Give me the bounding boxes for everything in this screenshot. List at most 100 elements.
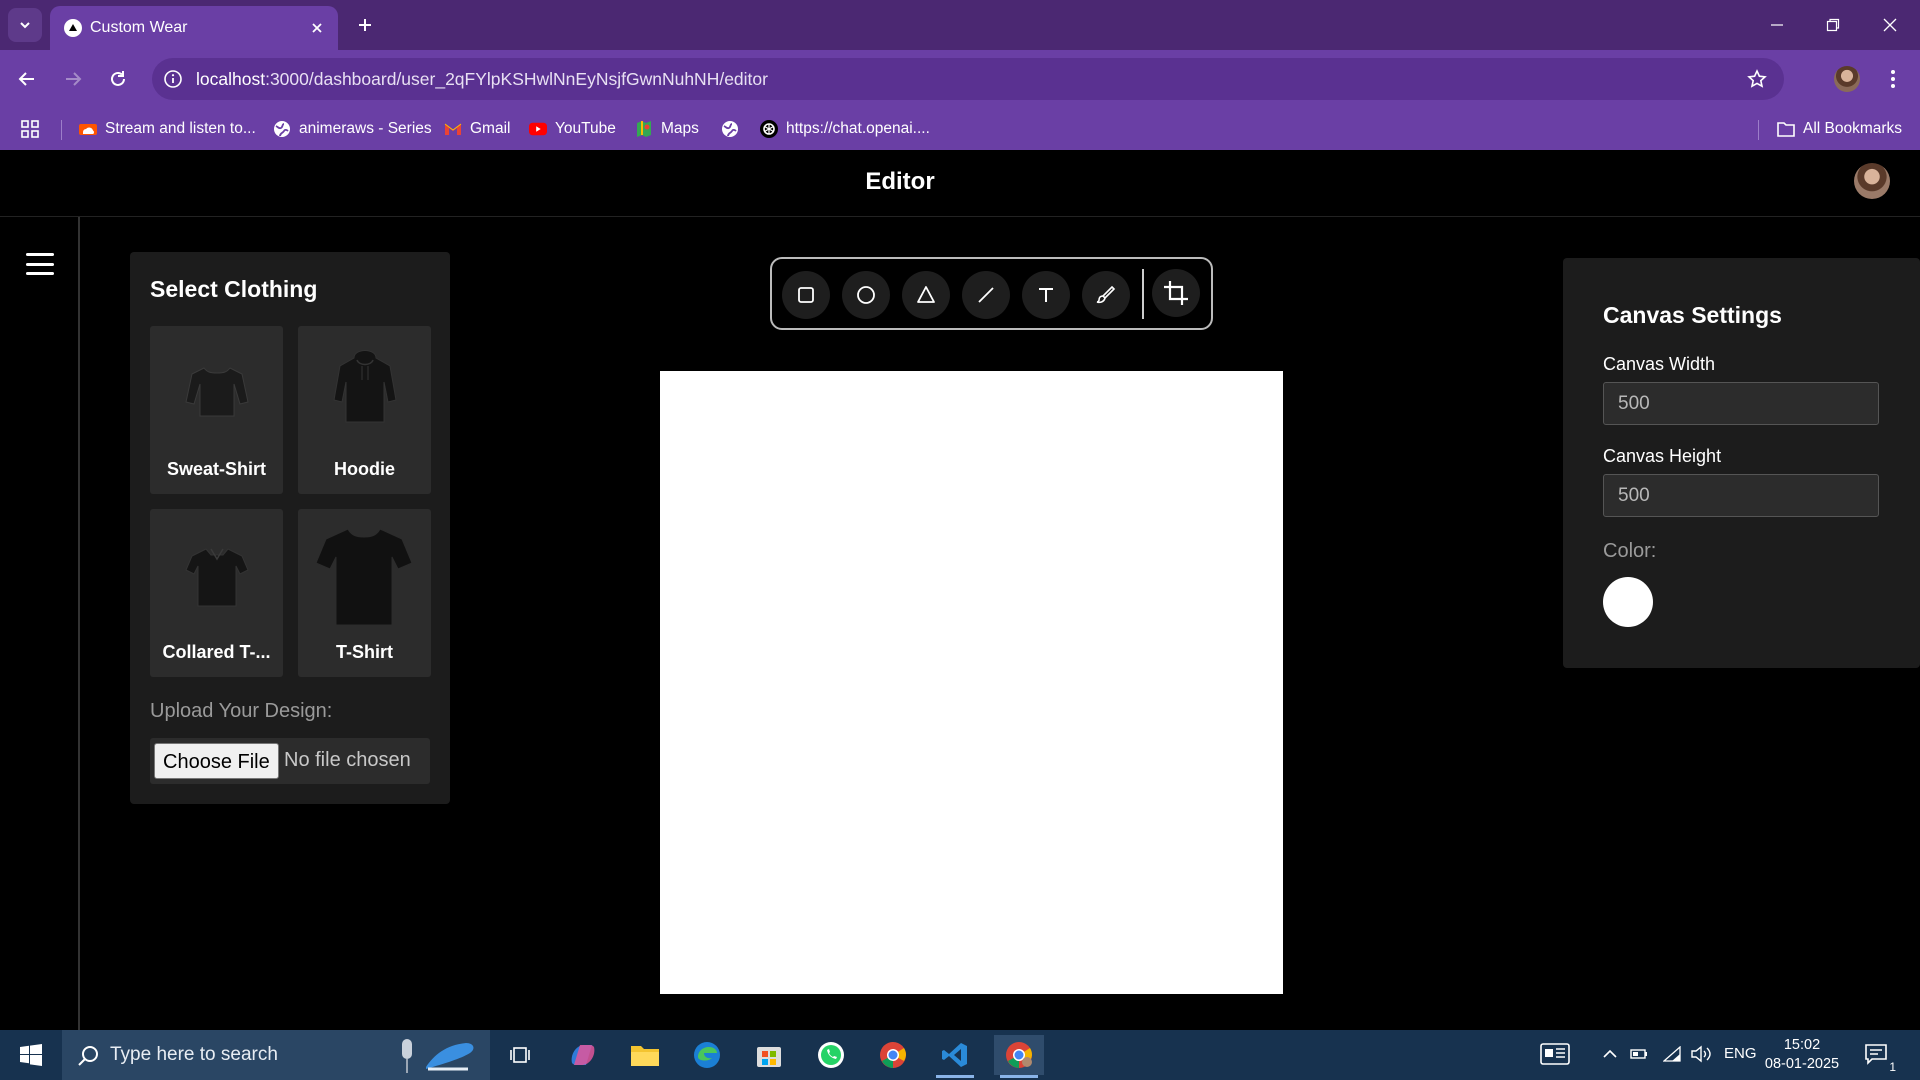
circle-icon [857,286,875,304]
choose-file-button[interactable]: Choose File [154,743,279,779]
apps-grid-icon [21,120,39,138]
profile-avatar[interactable] [1834,66,1860,92]
news-widget-icon[interactable] [1540,1043,1570,1069]
task-view-icon [510,1047,530,1063]
globe-icon [721,120,739,138]
clothing-label: T-Shirt [336,642,393,662]
bookmark-gmail[interactable]: Gmail [444,116,510,142]
start-button[interactable] [10,1040,52,1070]
gmail-icon [444,120,462,138]
forward-button[interactable] [58,64,88,94]
canvas-settings-panel: Canvas Settings Canvas Width 500 Canvas … [1563,258,1920,668]
color-label: Color: [1603,540,1657,562]
address-bar[interactable]: localhost:3000/dashboard/user_2qFYlpKSHw… [152,58,1784,100]
taskbar-search[interactable]: Type here to search [62,1030,490,1080]
circle-tool-button[interactable] [842,271,890,319]
browser-toolbar: localhost:3000/dashboard/user_2qFYlpKSHw… [0,50,1920,108]
design-file-input[interactable]: Choose File No file chosen [150,738,430,784]
language-indicator[interactable]: ENG [1724,1045,1757,1062]
clothing-card-tshirt[interactable]: T-Shirt [298,509,431,677]
clothing-card-hoodie[interactable]: Hoodie [298,326,431,494]
bookmarks-bar: Stream and listen to... animeraws - Seri… [0,108,1920,150]
clothing-label: Collared T-... [162,642,271,662]
browser-tab-active[interactable]: Custom Wear [50,6,338,50]
taskbar-edge[interactable] [682,1035,732,1075]
all-bookmarks-button[interactable]: All Bookmarks [1777,116,1902,142]
minimize-button[interactable] [1764,12,1790,38]
sweatshirt-image [185,367,249,417]
arrow-left-icon [18,72,34,86]
brush-icon [1096,285,1116,304]
notifications-button[interactable]: 1 [1864,1042,1896,1074]
taskbar-whatsapp[interactable] [806,1035,856,1075]
windows-logo-icon [20,1044,42,1066]
canvas-width-label: Canvas Width [1603,354,1716,374]
close-icon [312,23,322,33]
system-clock[interactable]: 15:02 08-01-2025 [1762,1036,1842,1074]
restore-button[interactable] [1820,12,1846,38]
apps-button[interactable] [20,116,40,142]
clothing-card-collared-tshirt[interactable]: Collared T-... [150,509,283,677]
taskbar-store[interactable] [744,1035,794,1075]
maps-icon [635,120,653,138]
browser-menu-button[interactable] [1880,66,1906,92]
folder-icon [1777,120,1795,138]
rectangle-tool-button[interactable] [782,271,830,319]
collared-tshirt-image [185,548,249,607]
battery-icon[interactable] [1630,1046,1648,1066]
clothing-label: Hoodie [334,459,395,479]
color-picker[interactable] [1603,577,1653,627]
bookmark-star-icon[interactable] [1746,68,1768,90]
reload-button[interactable] [103,64,133,94]
close-icon [1883,18,1897,32]
search-highlight-image [402,1039,474,1073]
chrome-icon [1006,1042,1033,1068]
line-tool-button[interactable] [962,271,1010,319]
soundcloud-icon [79,120,97,138]
bookmark-globe[interactable] [721,116,747,142]
copilot-icon [571,1045,595,1065]
back-button[interactable] [12,64,42,94]
taskbar-chrome-profile[interactable] [994,1035,1044,1078]
left-sidebar [0,217,80,1030]
taskbar-chrome[interactable] [868,1035,918,1075]
edge-icon [694,1042,720,1068]
canvas-height-label: Canvas Height [1603,446,1722,466]
bookmark-animeraws[interactable]: animeraws - Series [273,116,432,142]
site-info-icon[interactable] [162,68,184,90]
taskbar-copilot[interactable] [558,1035,608,1075]
triangle-tool-button[interactable] [902,271,950,319]
task-view-button[interactable] [495,1035,545,1075]
line-icon [978,287,994,303]
app-header: Editor [0,150,1920,217]
bookmark-chatgpt[interactable]: https://chat.openai.... [760,116,930,142]
tshirt-image [315,528,413,626]
taskbar-file-explorer[interactable] [620,1035,670,1075]
wifi-icon[interactable] [1662,1045,1681,1066]
user-avatar[interactable] [1854,163,1890,199]
bookmarks-divider [1758,120,1759,140]
clothing-card-sweatshirt[interactable]: Sweat-Shirt [150,326,283,494]
openai-icon [760,120,778,138]
bookmark-soundcloud[interactable]: Stream and listen to... [79,116,256,142]
restore-icon [1826,18,1840,32]
volume-icon[interactable] [1690,1045,1712,1067]
close-window-button[interactable] [1877,12,1903,38]
crop-tool-button[interactable] [1152,269,1200,317]
rectangle-icon [798,287,814,303]
menu-icon[interactable] [26,253,54,275]
design-canvas[interactable] [660,371,1283,994]
canvas-width-input[interactable]: 500 [1603,382,1879,425]
new-tab-button[interactable] [352,12,378,38]
brush-tool-button[interactable] [1082,271,1130,319]
more-vertical-icon [1891,70,1895,88]
canvas-height-input[interactable]: 500 [1603,474,1879,517]
bookmark-maps[interactable]: Maps [635,116,699,142]
tab-search-button[interactable] [8,8,42,42]
tab-close-button[interactable] [306,17,328,39]
bookmark-youtube[interactable]: YouTube [529,116,616,142]
taskbar-vscode[interactable] [930,1035,980,1078]
chevron-up-icon[interactable] [1602,1046,1618,1066]
plus-icon [359,19,371,31]
text-tool-button[interactable] [1022,271,1070,319]
